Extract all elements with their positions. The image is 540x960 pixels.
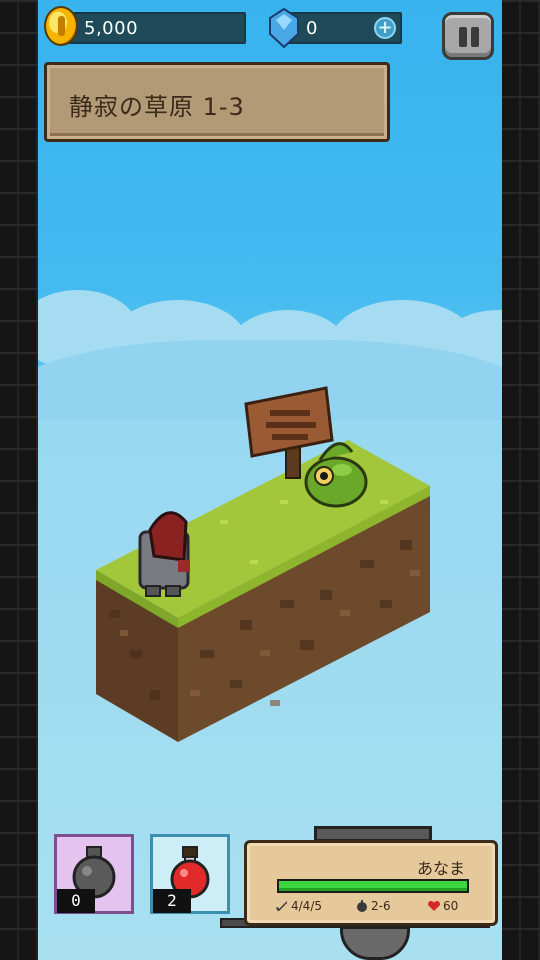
bomb-item-slot[interactable]: 0 (54, 834, 134, 914)
coin-amount: 5,000 (84, 18, 139, 39)
pause-icon (471, 27, 479, 47)
player-stats: 4/4/5 2-6 60 (275, 899, 475, 917)
gem-amount: 0 (306, 18, 318, 39)
stage-title-banner: 静寂の草原 1-3 (44, 62, 390, 142)
coin-icon (44, 6, 78, 46)
hp-bar (277, 879, 469, 893)
damage-stat: 2-6 (355, 899, 391, 913)
gem-counter: 0 + (284, 12, 402, 44)
player-status-panel: あなま 4/4/5 2-6 60 (244, 840, 498, 926)
attack-value: 4/4/5 (291, 899, 322, 913)
sword-icon (275, 901, 287, 912)
coin-counter: 5,000 (58, 12, 246, 44)
hp-bar-fill (279, 881, 467, 891)
pause-button[interactable] (442, 12, 494, 60)
pause-icon (459, 27, 467, 47)
heart-icon (428, 901, 440, 911)
island-scene (96, 386, 430, 742)
player-name: あなま (416, 859, 465, 878)
bomb-count: 0 (57, 889, 95, 913)
gem-icon (269, 8, 299, 48)
damage-value: 2-6 (371, 899, 391, 913)
plus-icon[interactable]: + (374, 17, 396, 39)
potion-item-slot[interactable]: 2 (150, 834, 230, 914)
bomb-stat-icon (357, 900, 367, 912)
player-character (138, 511, 190, 597)
hp-stat: 60 (427, 899, 458, 913)
attack-stat: 4/4/5 (275, 899, 322, 913)
stage-title: 静寂の草原 1-3 (69, 93, 245, 121)
potion-count: 2 (153, 889, 191, 913)
hp-value: 60 (443, 899, 459, 913)
